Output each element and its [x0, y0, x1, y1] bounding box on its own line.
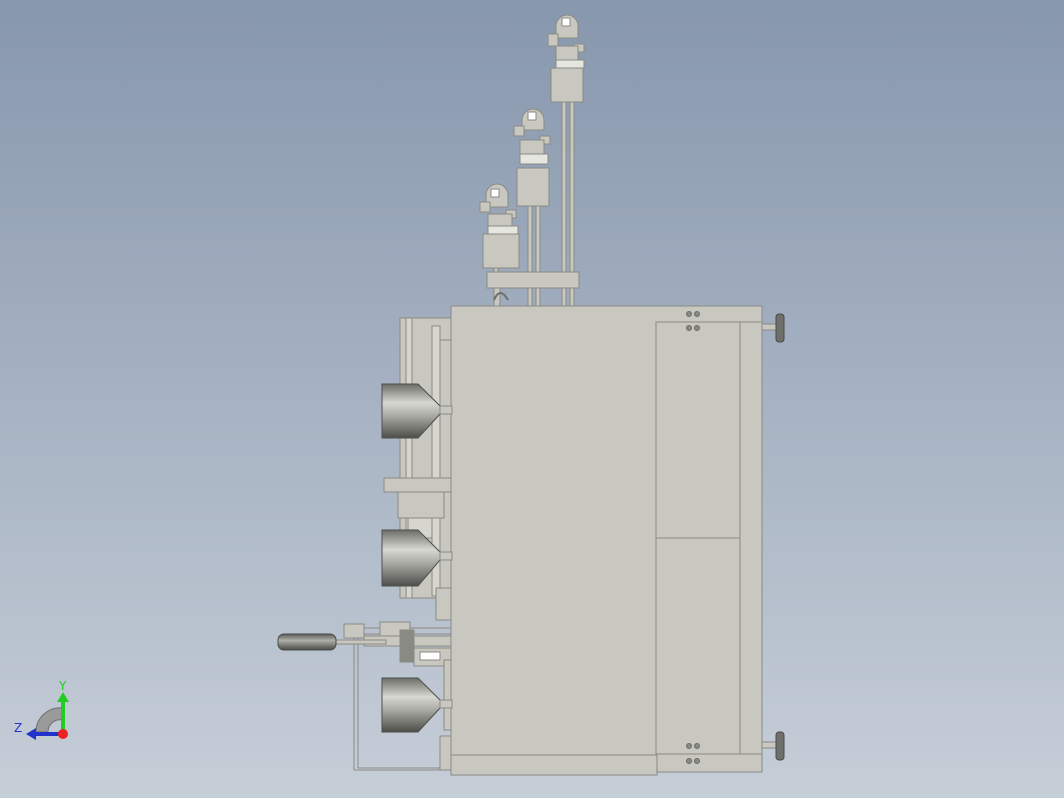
y-axis-label: Y	[58, 679, 67, 693]
top-crossbar	[486, 271, 580, 289]
z-axis-label: Z	[14, 721, 22, 735]
cad-scene[interactable]: Y Z	[0, 0, 1064, 798]
main-housing	[450, 305, 763, 773]
3d-viewport[interactable]: Y Z	[0, 0, 1064, 798]
x-axis-dot	[58, 729, 68, 739]
